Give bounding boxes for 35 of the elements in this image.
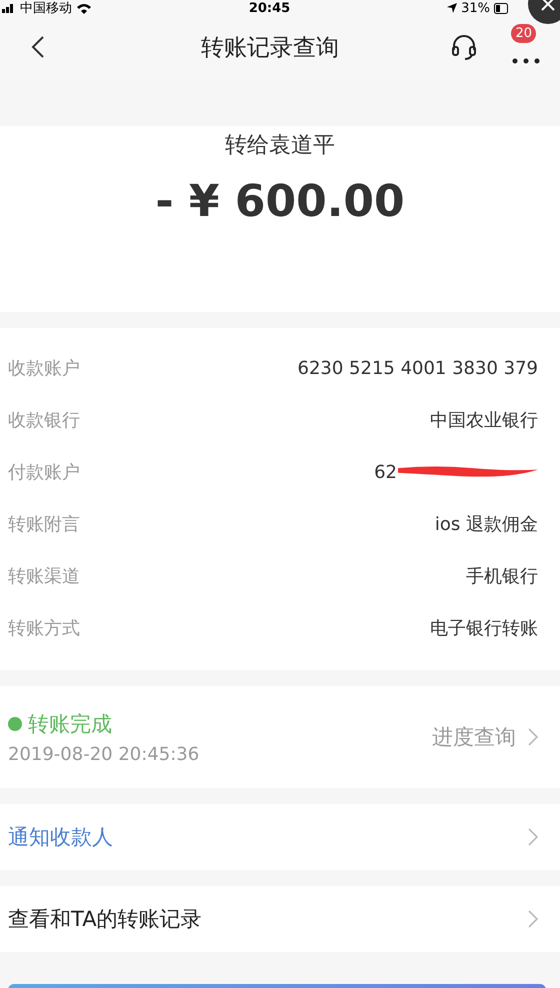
list-link[interactable]: 通知收款人 (8, 823, 113, 851)
detail-label: 收款银行 (8, 409, 80, 432)
notification-badge: 20 (511, 24, 536, 43)
detail-value: ios 退款佣金 (434, 513, 538, 536)
detail-label: 收款账户 (8, 357, 80, 380)
transfer-time: 2019-08-20 20:45:36 (8, 744, 200, 764)
detail-value: 手机银行 (466, 565, 538, 588)
recipient-label: 转给袁道平 (225, 132, 335, 160)
detail-value: 6230 5215 4001 3830 379 (298, 358, 538, 378)
status-text: 转账完成 (28, 710, 112, 738)
chevron-icon (528, 828, 538, 846)
detail-value: 62 (374, 462, 397, 482)
headset-icon (450, 32, 478, 62)
chevron-icon (528, 910, 538, 928)
progress-link[interactable]: 进度查询 (432, 723, 516, 751)
detail-label: 转账渠道 (8, 565, 80, 588)
battery-percent: 31% (461, 0, 490, 16)
more-icon (511, 57, 541, 65)
detail-value: 中国农业银行 (430, 409, 538, 432)
more-button[interactable] (510, 56, 542, 66)
close-icon (540, 0, 556, 12)
carrier-name: 中国移动 (20, 0, 72, 17)
chevron-icon (528, 728, 538, 746)
page-title: 转账记录查询 (200, 34, 340, 62)
transfer-amount: - ¥ 600.00 (155, 176, 405, 227)
list-link[interactable]: 查看和TA的转账记录 (8, 905, 202, 933)
location-arrow-icon (447, 3, 458, 13)
signal-icon (2, 3, 16, 13)
clock-time: 20:45 (248, 0, 290, 16)
detail-label: 转账方式 (8, 617, 80, 640)
detail-label: 付款账户 (8, 461, 80, 484)
wifi-icon (76, 2, 92, 14)
detail-value: 电子银行转账 (430, 617, 538, 640)
detail-label: 转账附言 (8, 513, 80, 536)
battery-icon (494, 2, 510, 14)
